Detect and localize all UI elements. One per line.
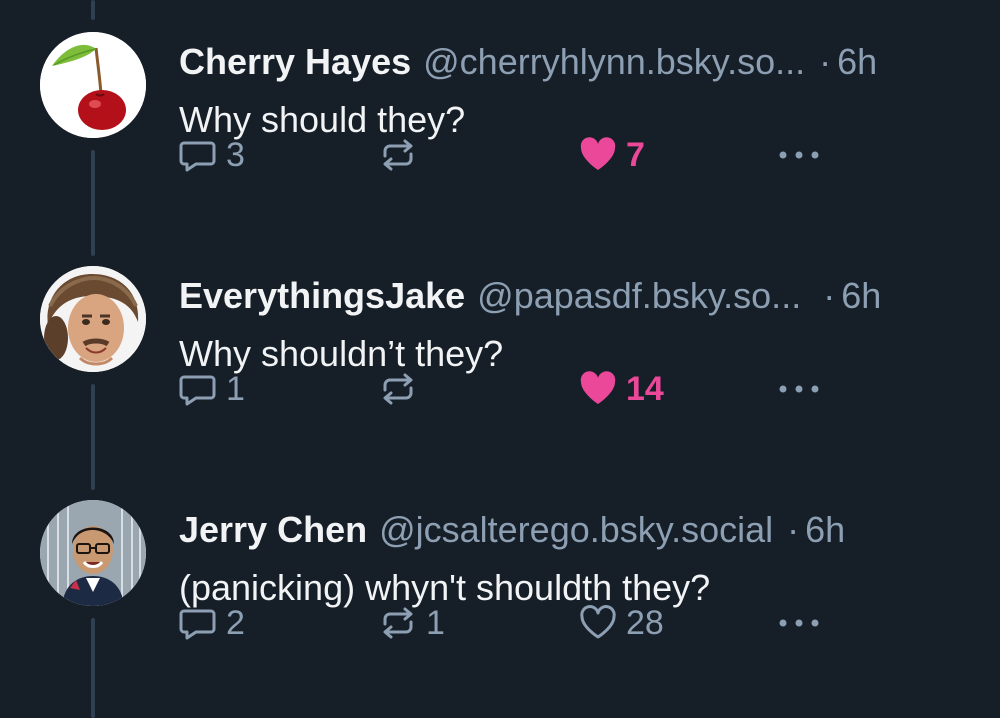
ellipsis-icon	[779, 619, 819, 627]
jake-avatar[interactable]	[40, 266, 146, 372]
author-name[interactable]: Cherry Hayes	[179, 40, 411, 84]
author-handle[interactable]: @cherryhlynn.bsky.so...	[423, 40, 805, 84]
author-handle[interactable]: @jcsalterego.bsky.social	[379, 508, 773, 552]
heart-outline-icon	[580, 605, 616, 639]
like-button[interactable]: 14	[578, 365, 664, 413]
like-button[interactable]: 7	[578, 131, 645, 179]
post-timestamp[interactable]: 6h	[837, 40, 877, 84]
like-button[interactable]: 28	[578, 599, 664, 647]
post-header: EverythingsJake @papasdf.bsky.so... · 6h	[179, 274, 881, 318]
repost-button[interactable]: 1	[378, 599, 445, 647]
separator-dot: ·	[787, 509, 800, 550]
reply-button[interactable]: 1	[178, 365, 245, 413]
separator-dot: ·	[819, 41, 832, 82]
like-count: 7	[626, 135, 645, 174]
repost-icon	[383, 373, 413, 405]
separator-dot: ·	[823, 275, 836, 316]
more-options-button[interactable]	[776, 365, 822, 413]
thread-feed: Cherry Hayes @cherryhlynn.bsky.so... · 6…	[0, 0, 1000, 718]
reply-count: 2	[226, 603, 245, 642]
author-name[interactable]: EverythingsJake	[179, 274, 465, 318]
post-header: Jerry Chen @jcsalterego.bsky.social · 6h	[179, 508, 845, 552]
reply-count: 1	[226, 369, 245, 408]
like-count: 28	[626, 603, 664, 642]
repost-icon	[383, 139, 413, 171]
reply-icon	[179, 375, 216, 406]
like-count: 14	[626, 369, 664, 408]
ellipsis-icon	[779, 385, 819, 393]
jerry-avatar[interactable]	[40, 500, 146, 606]
heart-filled-icon	[580, 371, 616, 404]
post-item[interactable]: Cherry Hayes @cherryhlynn.bsky.so... · 6…	[0, 0, 1000, 234]
reply-icon	[179, 141, 216, 172]
post-actions: 3 7	[0, 131, 1000, 179]
repost-button[interactable]	[378, 131, 426, 179]
post-timestamp[interactable]: 6h	[805, 508, 845, 552]
post-actions: 2 1 28	[0, 599, 1000, 647]
author-name[interactable]: Jerry Chen	[179, 508, 367, 552]
more-options-button[interactable]	[776, 131, 822, 179]
post-item[interactable]: Jerry Chen @jcsalterego.bsky.social · 6h…	[0, 468, 1000, 702]
repost-count: 1	[426, 603, 445, 642]
repost-button[interactable]	[378, 365, 426, 413]
post-actions: 1 14	[0, 365, 1000, 413]
reply-count: 3	[226, 135, 245, 174]
post-header: Cherry Hayes @cherryhlynn.bsky.so... · 6…	[179, 40, 877, 84]
repost-icon	[383, 607, 413, 639]
reply-icon	[179, 609, 216, 640]
post-item[interactable]: EverythingsJake @papasdf.bsky.so... · 6h…	[0, 234, 1000, 468]
ellipsis-icon	[779, 151, 819, 159]
reply-button[interactable]: 2	[178, 599, 245, 647]
heart-filled-icon	[580, 137, 616, 170]
more-options-button[interactable]	[776, 599, 822, 647]
post-timestamp[interactable]: 6h	[841, 274, 881, 318]
cherry-avatar[interactable]	[40, 32, 146, 138]
author-handle[interactable]: @papasdf.bsky.so...	[477, 274, 801, 318]
reply-button[interactable]: 3	[178, 131, 245, 179]
